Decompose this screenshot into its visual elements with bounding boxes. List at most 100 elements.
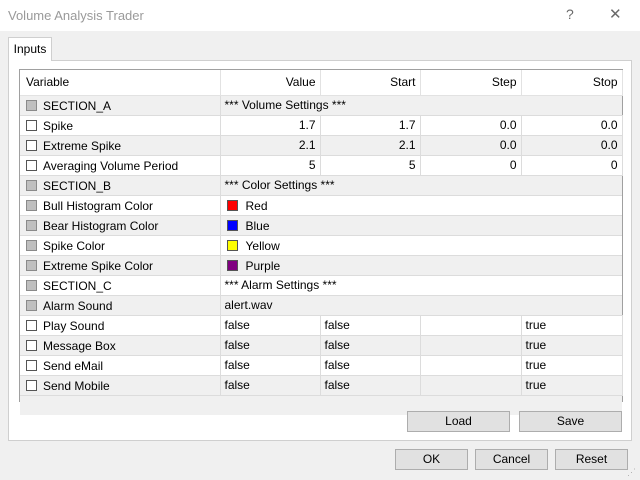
reset-button[interactable]: Reset xyxy=(555,449,628,470)
color-value-label: Yellow xyxy=(245,238,280,253)
value-cell[interactable]: alert.wav xyxy=(220,295,622,316)
table-row[interactable]: Extreme Spike Color Purple xyxy=(20,255,622,276)
step-cell[interactable]: 0 xyxy=(420,155,522,176)
column-header-step[interactable]: Step xyxy=(420,70,522,96)
variable-cell[interactable]: Bull Histogram Color xyxy=(20,195,221,216)
stop-cell[interactable]: 0.0 xyxy=(521,115,623,136)
stop-cell[interactable]: true xyxy=(521,315,623,336)
table-row[interactable]: SECTION_A *** Volume Settings *** xyxy=(20,95,622,116)
color-value-cell[interactable]: Red xyxy=(220,195,622,216)
row-checkbox xyxy=(26,179,37,191)
start-cell[interactable]: false xyxy=(320,375,421,396)
step-cell[interactable] xyxy=(420,375,522,396)
ok-button[interactable]: OK xyxy=(395,449,468,470)
value-cell[interactable]: *** Volume Settings *** xyxy=(220,95,622,116)
stop-cell[interactable]: true xyxy=(521,335,623,356)
row-checkbox[interactable] xyxy=(26,379,37,391)
table-row[interactable]: SECTION_C *** Alarm Settings *** xyxy=(20,275,622,296)
value-cell[interactable]: false xyxy=(220,315,321,336)
start-cell[interactable]: false xyxy=(320,315,421,336)
stop-cell[interactable]: 0.0 xyxy=(521,135,623,156)
color-value-cell[interactable]: Blue xyxy=(220,215,622,236)
table-row[interactable]: Spike Color Yellow xyxy=(20,235,622,256)
value-cell[interactable]: false xyxy=(220,375,321,396)
color-value-cell[interactable]: Yellow xyxy=(220,235,622,256)
variable-cell[interactable]: Send eMail xyxy=(20,355,221,376)
row-checkbox[interactable] xyxy=(26,139,37,151)
table-row[interactable]: Message Box false false true xyxy=(20,335,623,356)
color-swatch xyxy=(226,259,238,271)
table-row[interactable]: Send Mobile false false true xyxy=(20,375,623,396)
row-checkbox[interactable] xyxy=(26,319,37,331)
save-button[interactable]: Save xyxy=(519,411,622,432)
row-checkbox[interactable] xyxy=(26,339,37,351)
step-cell[interactable]: 0.0 xyxy=(420,115,522,136)
start-cell[interactable]: 1.7 xyxy=(320,115,421,136)
resize-grip-icon[interactable]: ⋰ xyxy=(627,467,636,478)
step-cell[interactable] xyxy=(420,335,522,356)
step-cell[interactable] xyxy=(420,315,522,336)
table-row[interactable]: Bull Histogram Color Red xyxy=(20,195,622,216)
column-header-stop[interactable]: Stop xyxy=(521,70,623,96)
value-cell[interactable]: *** Alarm Settings *** xyxy=(220,275,622,296)
variable-cell[interactable]: Message Box xyxy=(20,335,221,356)
variable-label: Spike xyxy=(43,118,74,133)
stop-cell[interactable]: true xyxy=(521,355,623,376)
variable-cell[interactable]: Play Sound xyxy=(20,315,221,336)
value-cell[interactable]: 2.1 xyxy=(220,135,321,156)
stop-cell[interactable]: true xyxy=(521,375,623,396)
table-row[interactable]: Bear Histogram Color Blue xyxy=(20,215,622,236)
table-row[interactable]: Send eMail false false true xyxy=(20,355,623,376)
variable-label: Bull Histogram Color xyxy=(43,198,154,213)
window-title: Volume Analysis Trader xyxy=(8,8,144,23)
color-value-cell[interactable]: Purple xyxy=(220,255,622,276)
variable-cell[interactable]: SECTION_A xyxy=(20,95,221,116)
row-checkbox[interactable] xyxy=(26,359,37,371)
value-cell[interactable]: *** Color Settings *** xyxy=(220,175,622,196)
help-icon[interactable]: ? xyxy=(566,6,574,22)
cancel-button[interactable]: Cancel xyxy=(475,449,548,470)
step-cell[interactable] xyxy=(420,355,522,376)
variable-cell[interactable]: Send Mobile xyxy=(20,375,221,396)
variable-cell[interactable]: Alarm Sound xyxy=(20,295,221,316)
variable-cell[interactable]: Extreme Spike xyxy=(20,135,221,156)
value-cell[interactable]: false xyxy=(220,335,321,356)
start-cell[interactable]: 5 xyxy=(320,155,421,176)
column-header-variable[interactable]: Variable xyxy=(20,70,221,96)
variable-label: Send Mobile xyxy=(43,378,110,393)
variable-cell[interactable]: Spike xyxy=(20,115,221,136)
start-cell[interactable]: 2.1 xyxy=(320,135,421,156)
row-checkbox[interactable] xyxy=(26,119,37,131)
row-checkbox[interactable] xyxy=(26,159,37,171)
variable-cell[interactable]: SECTION_C xyxy=(20,275,221,296)
load-button[interactable]: Load xyxy=(407,411,510,432)
step-cell[interactable]: 0.0 xyxy=(420,135,522,156)
row-checkbox xyxy=(26,259,37,271)
column-header-value[interactable]: Value xyxy=(220,70,321,96)
close-icon[interactable]: ✕ xyxy=(609,5,622,23)
table-row[interactable]: SECTION_B *** Color Settings *** xyxy=(20,175,622,196)
value-cell[interactable]: 1.7 xyxy=(220,115,321,136)
value-cell[interactable]: false xyxy=(220,355,321,376)
table-header-row: Variable Value Start Step Stop xyxy=(20,70,623,96)
table-row[interactable]: Alarm Sound alert.wav xyxy=(20,295,622,316)
variable-cell[interactable]: Bear Histogram Color xyxy=(20,215,221,236)
column-header-start[interactable]: Start xyxy=(320,70,421,96)
table-row[interactable]: Play Sound false false true xyxy=(20,315,623,336)
variable-label: SECTION_B xyxy=(43,178,112,193)
table-row[interactable]: Extreme Spike 2.1 2.1 0.0 0.0 xyxy=(20,135,623,156)
value-cell[interactable]: 5 xyxy=(220,155,321,176)
start-cell[interactable]: false xyxy=(320,335,421,356)
variable-cell[interactable]: Extreme Spike Color xyxy=(20,255,221,276)
row-checkbox xyxy=(26,299,37,311)
variable-label: SECTION_C xyxy=(43,278,112,293)
tab-inputs[interactable]: Inputs xyxy=(8,37,52,61)
variable-cell[interactable]: Spike Color xyxy=(20,235,221,256)
table-row[interactable]: Spike 1.7 1.7 0.0 0.0 xyxy=(20,115,623,136)
variable-cell[interactable]: Averaging Volume Period xyxy=(20,155,221,176)
start-cell[interactable]: false xyxy=(320,355,421,376)
row-checkbox xyxy=(26,279,37,291)
variable-cell[interactable]: SECTION_B xyxy=(20,175,221,196)
table-row[interactable]: Averaging Volume Period 5 5 0 0 xyxy=(20,155,623,176)
stop-cell[interactable]: 0 xyxy=(521,155,623,176)
